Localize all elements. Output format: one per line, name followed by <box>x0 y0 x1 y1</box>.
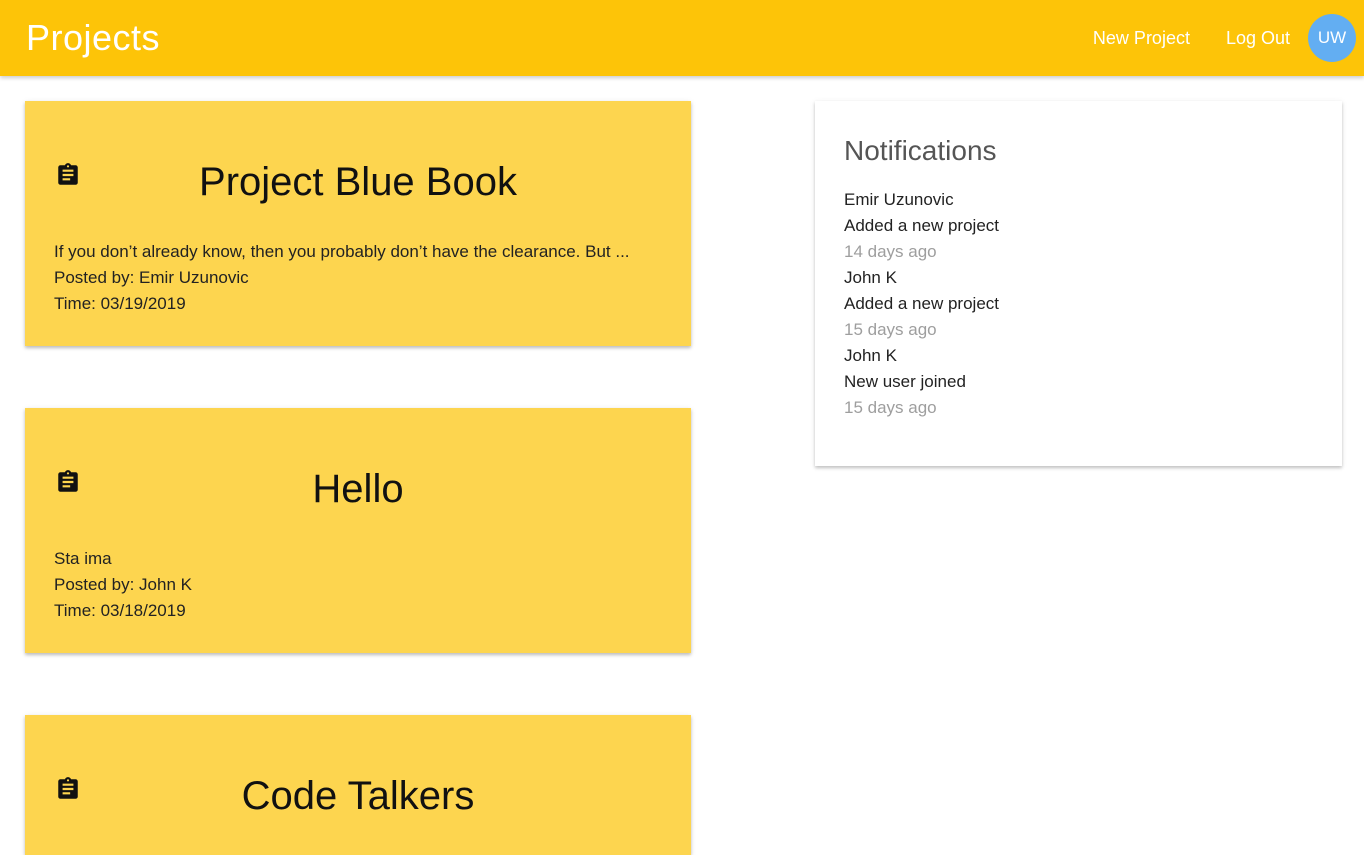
project-summary: Sta ima <box>54 549 112 568</box>
notification-time: 15 days ago <box>844 398 937 417</box>
project-title: Hello <box>312 467 404 511</box>
project-author: Posted by: Emir Uzunovic <box>54 268 249 287</box>
notification-action: New user joined <box>844 372 966 391</box>
new-project-link[interactable]: New Project <box>1093 28 1190 49</box>
project-card[interactable]: Hello Sta ima Posted by: John K Time: 03… <box>25 408 691 653</box>
brand-logo-link[interactable]: Projects <box>26 17 160 59</box>
project-title: Project Blue Book <box>199 160 517 204</box>
project-list: Project Blue Book If you don’t already k… <box>25 101 691 855</box>
project-details: Sta ima Posted by: John K Time: 03/18/20… <box>54 546 671 624</box>
project-summary: If you don’t already know, then you prob… <box>54 242 630 261</box>
top-navbar: Projects New Project Log Out UW <box>0 0 1364 76</box>
project-details: If you don’t already know, then you prob… <box>54 239 671 317</box>
notification-time: 14 days ago <box>844 242 937 261</box>
project-title: Code Talkers <box>241 774 475 818</box>
notification-user: John K <box>844 346 897 365</box>
project-card[interactable]: Project Blue Book If you don’t already k… <box>25 101 691 346</box>
user-avatar[interactable]: UW <box>1308 14 1356 62</box>
notification-item: Emir Uzunovic Added a new project 14 day… <box>844 187 1313 265</box>
notification-user: Emir Uzunovic <box>844 190 954 209</box>
notification-user: John K <box>844 268 897 287</box>
notification-item: John K New user joined 15 days ago <box>844 343 1313 421</box>
notification-action: Added a new project <box>844 216 999 235</box>
project-author: Posted by: John K <box>54 575 192 594</box>
log-out-link[interactable]: Log Out <box>1226 28 1290 49</box>
notification-item: John K Added a new project 15 days ago <box>844 265 1313 343</box>
notification-time: 15 days ago <box>844 320 937 339</box>
nav-actions: New Project Log Out UW <box>1057 0 1356 76</box>
notifications-panel: Notifications Emir Uzunovic Added a new … <box>815 101 1342 466</box>
notification-action: Added a new project <box>844 294 999 313</box>
notifications-title: Notifications <box>844 135 997 166</box>
project-date: Time: 03/18/2019 <box>54 601 186 620</box>
project-card[interactable]: Code Talkers <box>25 715 691 855</box>
project-date: Time: 03/19/2019 <box>54 294 186 313</box>
